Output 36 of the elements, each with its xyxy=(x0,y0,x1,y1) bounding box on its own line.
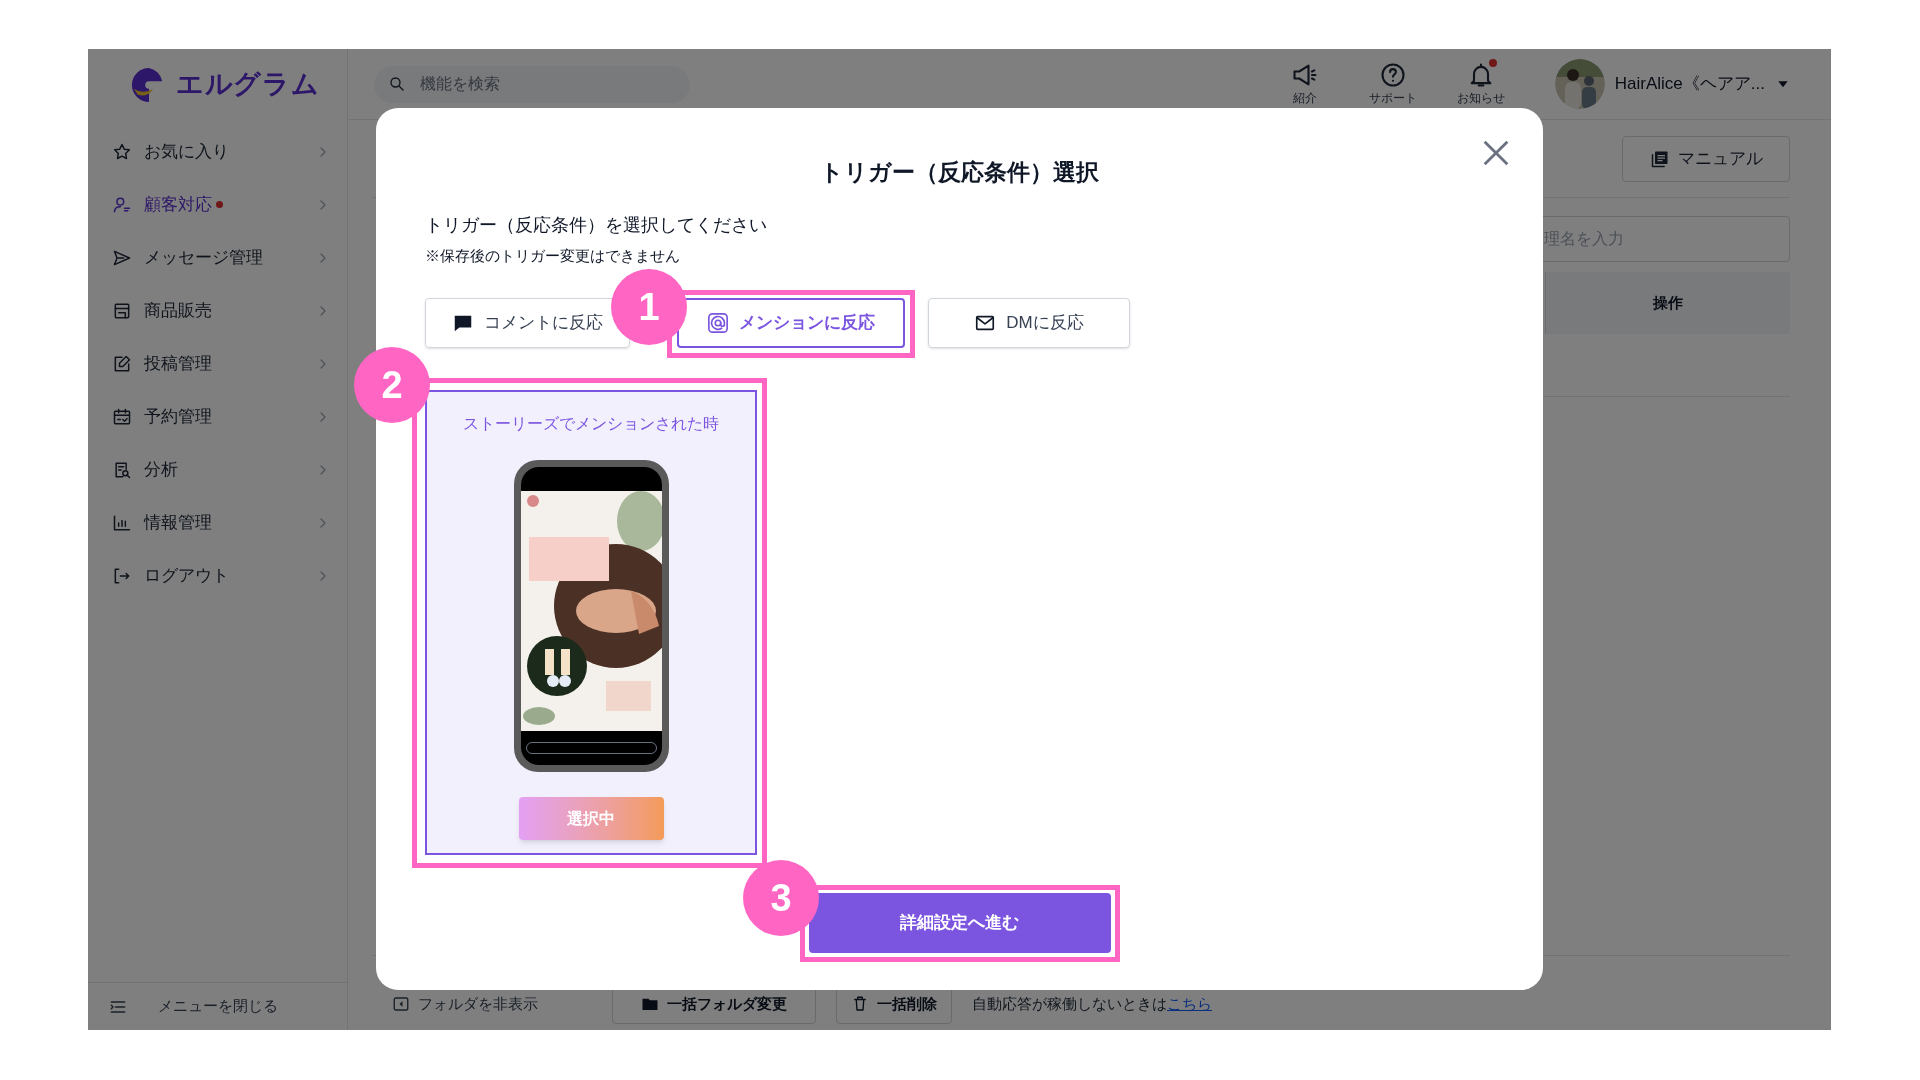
trash-icon xyxy=(851,995,869,1013)
help-icon xyxy=(1378,61,1407,89)
support-button[interactable]: サポート xyxy=(1362,61,1423,107)
note-text: ※保存後のトリガー変更はできません xyxy=(425,246,681,266)
sidebar-item[interactable]: 商品販売 xyxy=(88,284,347,337)
at-sign-icon xyxy=(707,312,729,334)
search-icon xyxy=(388,74,406,93)
sidebar-item[interactable]: お気に入り xyxy=(88,125,347,178)
help-link[interactable]: こちら xyxy=(1167,992,1212,1016)
sidebar-item[interactable]: ログアウト xyxy=(88,549,347,602)
card-title: ストーリーズでメンションされた時 xyxy=(463,414,719,434)
column-header: 操作 xyxy=(1653,292,1683,313)
help-text: 自動応答が稼働しないときは xyxy=(972,993,1167,1014)
logo-text: エルグラム xyxy=(176,68,320,102)
sidebar-item[interactable]: 予約管理 xyxy=(88,390,347,443)
instruction-text: トリガー（反応条件）を選択してください xyxy=(425,214,768,237)
trigger-tab[interactable]: DMに反応 xyxy=(928,298,1130,348)
modal-title: トリガー（反応条件）選択 xyxy=(819,158,1100,187)
account-menu-button[interactable]: HairAlice《ヘアア... xyxy=(1554,59,1791,109)
star-icon xyxy=(112,141,132,162)
sidebar-item[interactable]: メッセージ管理 xyxy=(88,231,347,284)
search-field[interactable]: 機能を検索 xyxy=(374,65,690,103)
intro-button[interactable]: 紹介 xyxy=(1274,61,1335,107)
calendar-icon xyxy=(112,406,132,427)
sidebar-item[interactable]: 情報管理 xyxy=(88,496,347,549)
trigger-card[interactable]: ストーリーズでメンションされた時 選択中 xyxy=(425,390,757,855)
panel-toggle-icon xyxy=(392,995,410,1013)
manual-button[interactable]: マニュアル xyxy=(1622,135,1790,182)
notifications-button[interactable]: お知らせ xyxy=(1450,61,1511,107)
collapse-menu-button[interactable]: メニューを閉じる xyxy=(88,982,347,1030)
sidebar-item[interactable]: 分析 xyxy=(88,443,347,496)
sidebar-item[interactable]: 投稿管理 xyxy=(88,337,347,390)
sidebar-item[interactable]: 顧客対応 xyxy=(88,178,347,231)
next-button[interactable]: 詳細設定へ進む xyxy=(808,893,1111,953)
edit-icon xyxy=(112,353,132,374)
hide-folders-button[interactable]: フォルダを非表示 xyxy=(392,992,592,1016)
